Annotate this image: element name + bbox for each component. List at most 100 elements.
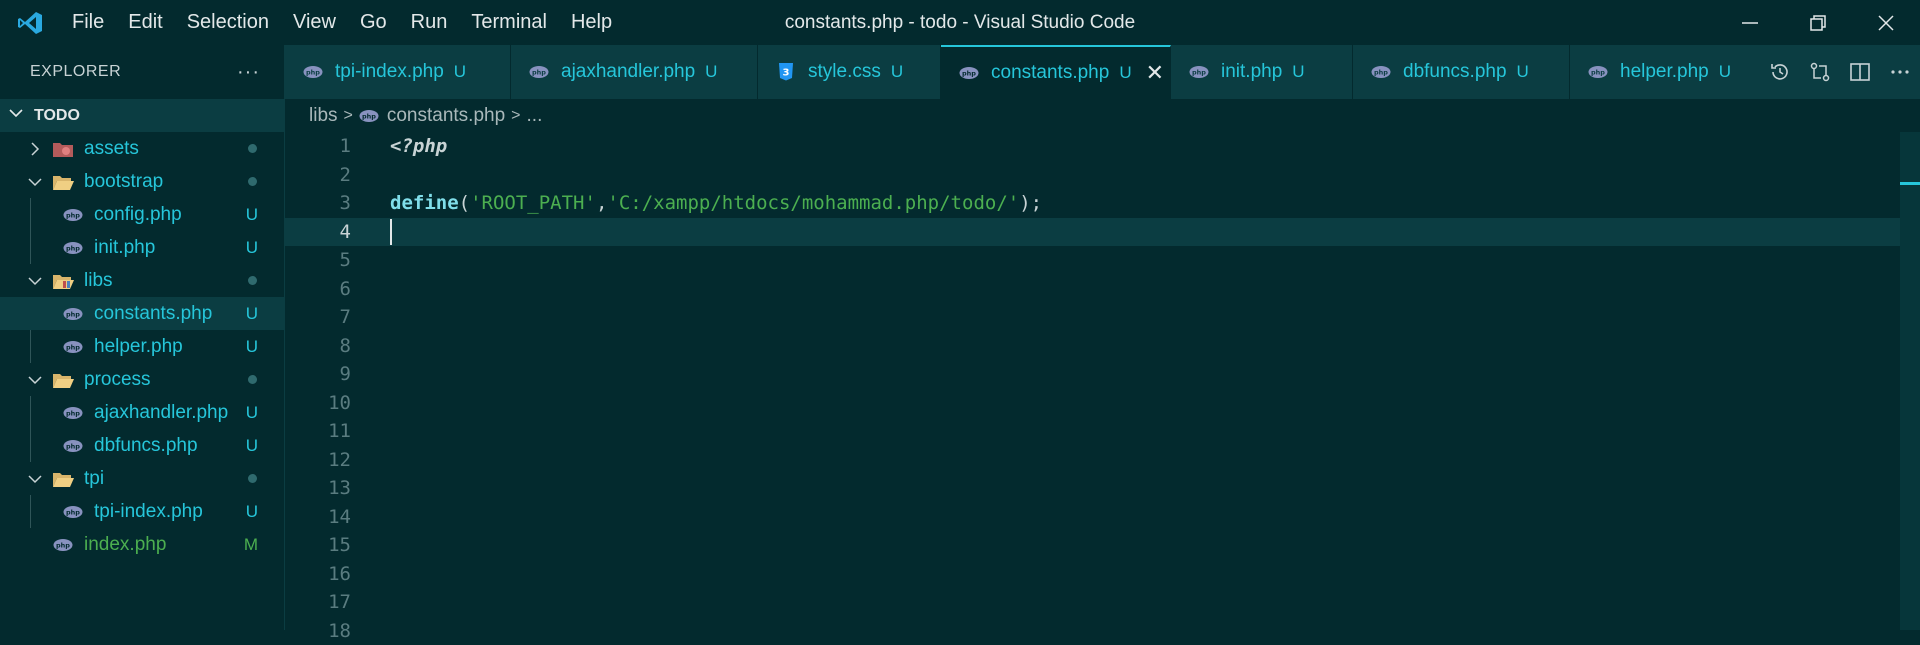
tab-status: U [890,62,904,81]
line-number: 9 [339,363,351,385]
folder-open-icon [52,173,74,191]
current-line: 4 [285,217,1920,246]
tree-folder-bootstrap[interactable]: bootstrap [0,165,284,198]
history-icon [1771,64,1788,80]
code-line: 8 [285,332,1920,360]
menu-edit[interactable]: Edit [116,0,174,45]
code-line: 15 [285,531,1920,559]
close-window-button[interactable] [1852,0,1920,45]
folder-libs-icon [52,272,74,290]
line-number: 16 [328,562,351,585]
workspace-section-header[interactable]: TODO [0,99,284,132]
php-file-icon: php [303,65,323,79]
menu-view[interactable]: View [281,0,348,45]
menu-terminal[interactable]: Terminal [459,0,559,45]
chevron-down-icon [26,274,44,288]
line-number: 5 [339,249,351,271]
chevron-right-icon [26,141,44,156]
split-editor-button[interactable] [1840,45,1880,99]
open-changes-button[interactable] [1800,45,1840,99]
minimize-icon [1742,21,1758,24]
chevron-down-icon [26,472,44,486]
svg-text:3: 3 [783,68,790,79]
git-status-untracked: U [245,303,258,323]
code-line: 17 [285,588,1920,616]
tree-folder-process[interactable]: process [0,363,284,396]
code-line: 5 [285,246,1920,274]
status-dot [248,276,257,285]
paren-open: ( [458,192,471,214]
svg-text:php: php [362,112,376,120]
tab-init-php[interactable]: php init.php U [1171,45,1353,99]
tree-file-config-php[interactable]: php config.php U [0,198,284,231]
line-number: 13 [328,477,351,499]
tab-label: tpi-index.php [335,61,444,82]
code-line: 6 [285,275,1920,303]
tree-file-tpi-index-php[interactable]: php tpi-index.php U [0,495,284,528]
menu-file[interactable]: File [60,0,116,45]
code-line: 7 [285,303,1920,331]
folder-open-icon [52,470,74,488]
tree-file-init-php[interactable]: php init.php U [0,231,284,264]
git-status-modified: M [243,534,258,554]
tab-label: init.php [1221,61,1283,82]
php-file-icon: php [62,206,84,224]
menu-go[interactable]: Go [348,0,399,45]
tree-file-ajaxhandler-php[interactable]: php ajaxhandler.php U [0,396,284,429]
line-number: 15 [328,534,351,556]
tab-status: U [705,62,718,81]
explorer-title: EXPLORER [30,63,122,80]
menu-run[interactable]: Run [399,0,460,45]
svg-text:php: php [1192,69,1206,77]
php-file-icon: php [52,536,74,554]
breadcrumb-more[interactable]: ... [527,105,543,127]
status-dot [248,474,257,483]
breadcrumb-folder[interactable]: libs [309,105,338,127]
scrollbar-cursor-marker [1900,182,1920,185]
php-file-icon: php [959,66,979,80]
split-editor-icon [1850,63,1870,81]
menu-selection[interactable]: Selection [175,0,281,45]
tree-file-dbfuncs-php[interactable]: php dbfuncs.php U [0,429,284,462]
svg-text:php: php [66,310,80,318]
restore-button[interactable] [1784,0,1852,45]
tab-dbfuncs-php[interactable]: php dbfuncs.php U [1353,45,1570,99]
ellipsis-icon [1891,70,1909,74]
git-status-untracked: U [245,204,258,224]
line-number: 10 [328,391,351,414]
tree-file-index-php[interactable]: php index.php M [0,528,284,561]
close-tab-icon[interactable]: ✕ [1146,60,1164,86]
svg-text:php: php [532,69,546,77]
tree-folder-libs[interactable]: libs [0,264,284,297]
tab-status: U [1718,62,1732,81]
css-file-icon: 3 [776,63,796,81]
tab-tpi-index-php[interactable]: php tpi-index.php U [285,45,511,99]
more-editor-actions-button[interactable] [1880,45,1920,99]
editor-actions [1760,45,1920,99]
line-number: 14 [328,505,351,528]
tab-ajaxhandler-php[interactable]: php ajaxhandler.php U [511,45,758,99]
tab-status: U [1292,62,1305,81]
workspace-name: TODO [34,106,80,124]
tab-style-css[interactable]: 3 style.css U [758,45,941,99]
tab-constants-php[interactable]: php constants.php U ✕ [941,45,1171,99]
tab-helper-php[interactable]: php helper.php U [1570,45,1750,99]
tree-file-helper-php[interactable]: php helper.php U [0,330,284,363]
paren-close: ); [1019,192,1043,214]
breadcrumb-file[interactable]: constants.php [387,105,505,127]
vscode-logo-icon [0,0,60,45]
vertical-scrollbar[interactable] [1900,132,1920,630]
tree-file-constants-php[interactable]: php constants.php U [0,297,284,330]
code-editor[interactable]: 1 <?php 2 3 define('ROOT_PATH','C:/xampp… [285,132,1920,642]
tree-folder-tpi[interactable]: tpi [0,462,284,495]
svg-text:php: php [66,343,80,351]
more-actions-icon[interactable]: ··· [237,61,260,84]
tree-folder-assets[interactable]: assets [0,132,284,165]
menu-help[interactable]: Help [559,0,624,45]
line-number: 12 [328,448,351,471]
minimize-button[interactable] [1716,0,1784,45]
line-number: 2 [339,163,351,186]
timeline-button[interactable] [1760,45,1800,99]
restore-icon [1810,14,1826,31]
php-file-icon: php [62,338,84,356]
